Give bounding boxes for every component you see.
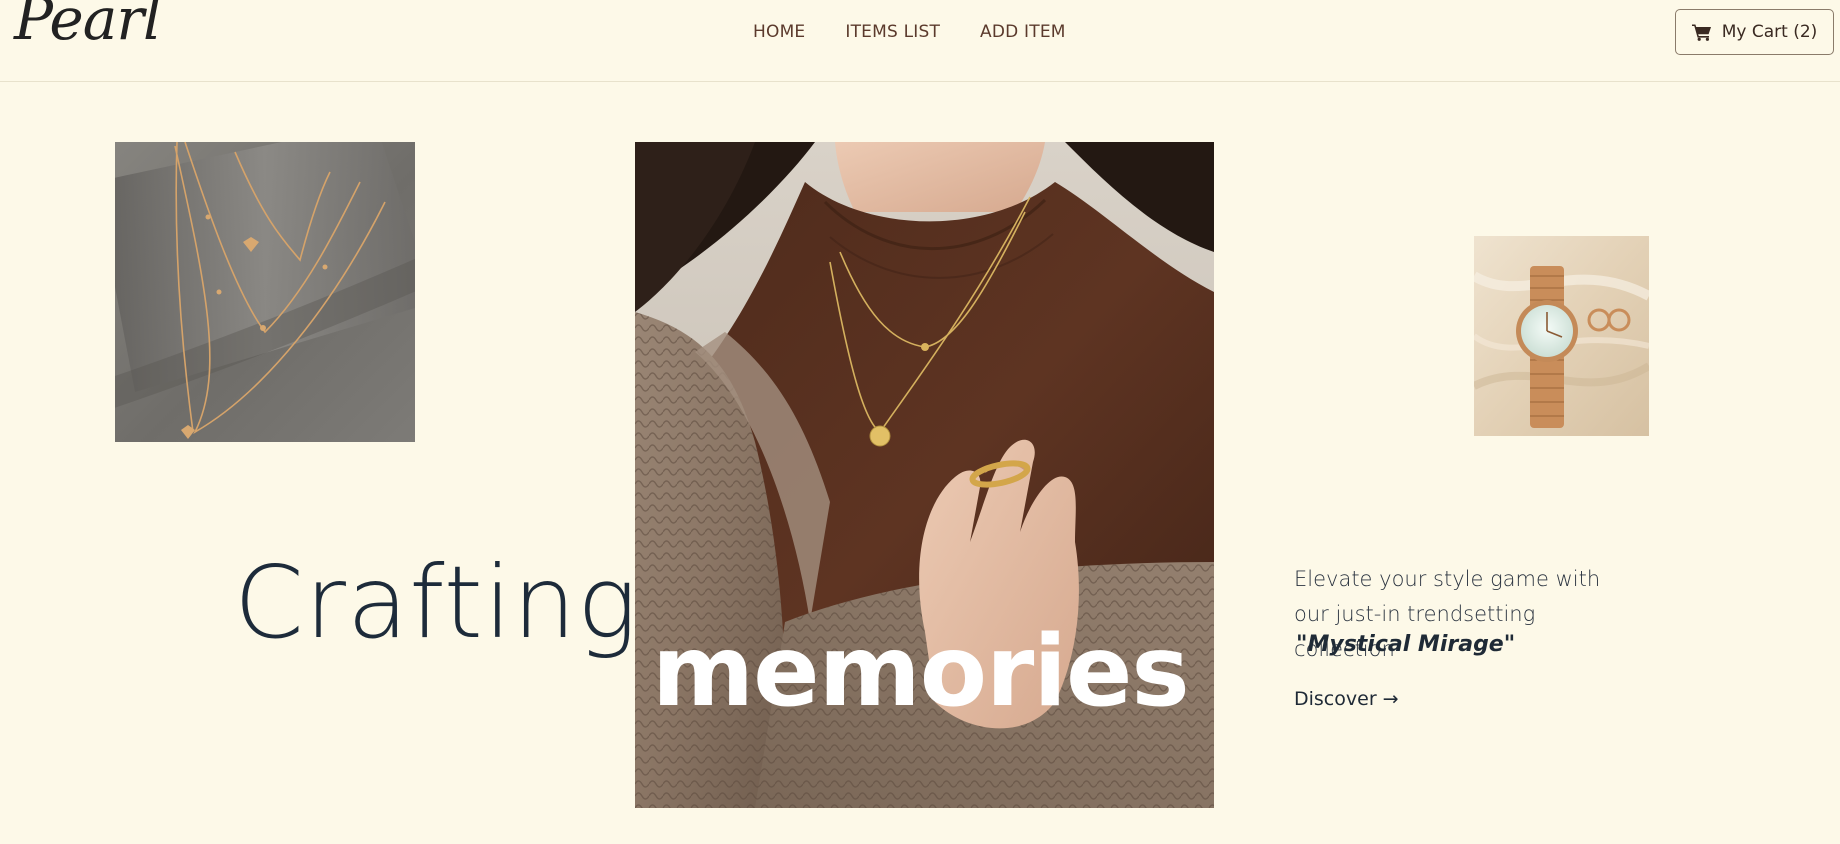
nav-link-add-item[interactable]: ADD ITEM — [980, 22, 1066, 42]
page: Pearl HOME ITEMS LIST ADD ITEM My Cart (… — [0, 0, 1840, 844]
brand-logo[interactable]: Pearl — [14, 0, 162, 48]
shopping-cart-icon — [1691, 24, 1711, 41]
my-cart-label: My Cart (2) — [1721, 22, 1818, 42]
watch-photo — [1474, 236, 1649, 436]
headline-memories: memories — [652, 615, 1190, 729]
collection-name: "Mystical Mirage" — [1296, 632, 1516, 657]
my-cart-button[interactable]: My Cart (2) — [1675, 9, 1834, 55]
headline-crafting: Crafting — [234, 544, 639, 661]
nav-link-home[interactable]: HOME — [753, 22, 805, 42]
discover-link[interactable]: Discover → — [1294, 688, 1399, 710]
necklace-photo — [115, 142, 415, 442]
navbar: Pearl HOME ITEMS LIST ADD ITEM My Cart (… — [0, 0, 1840, 82]
main-nav: HOME ITEMS LIST ADD ITEM — [753, 22, 1066, 42]
nav-link-items-list[interactable]: ITEMS LIST — [845, 22, 940, 42]
